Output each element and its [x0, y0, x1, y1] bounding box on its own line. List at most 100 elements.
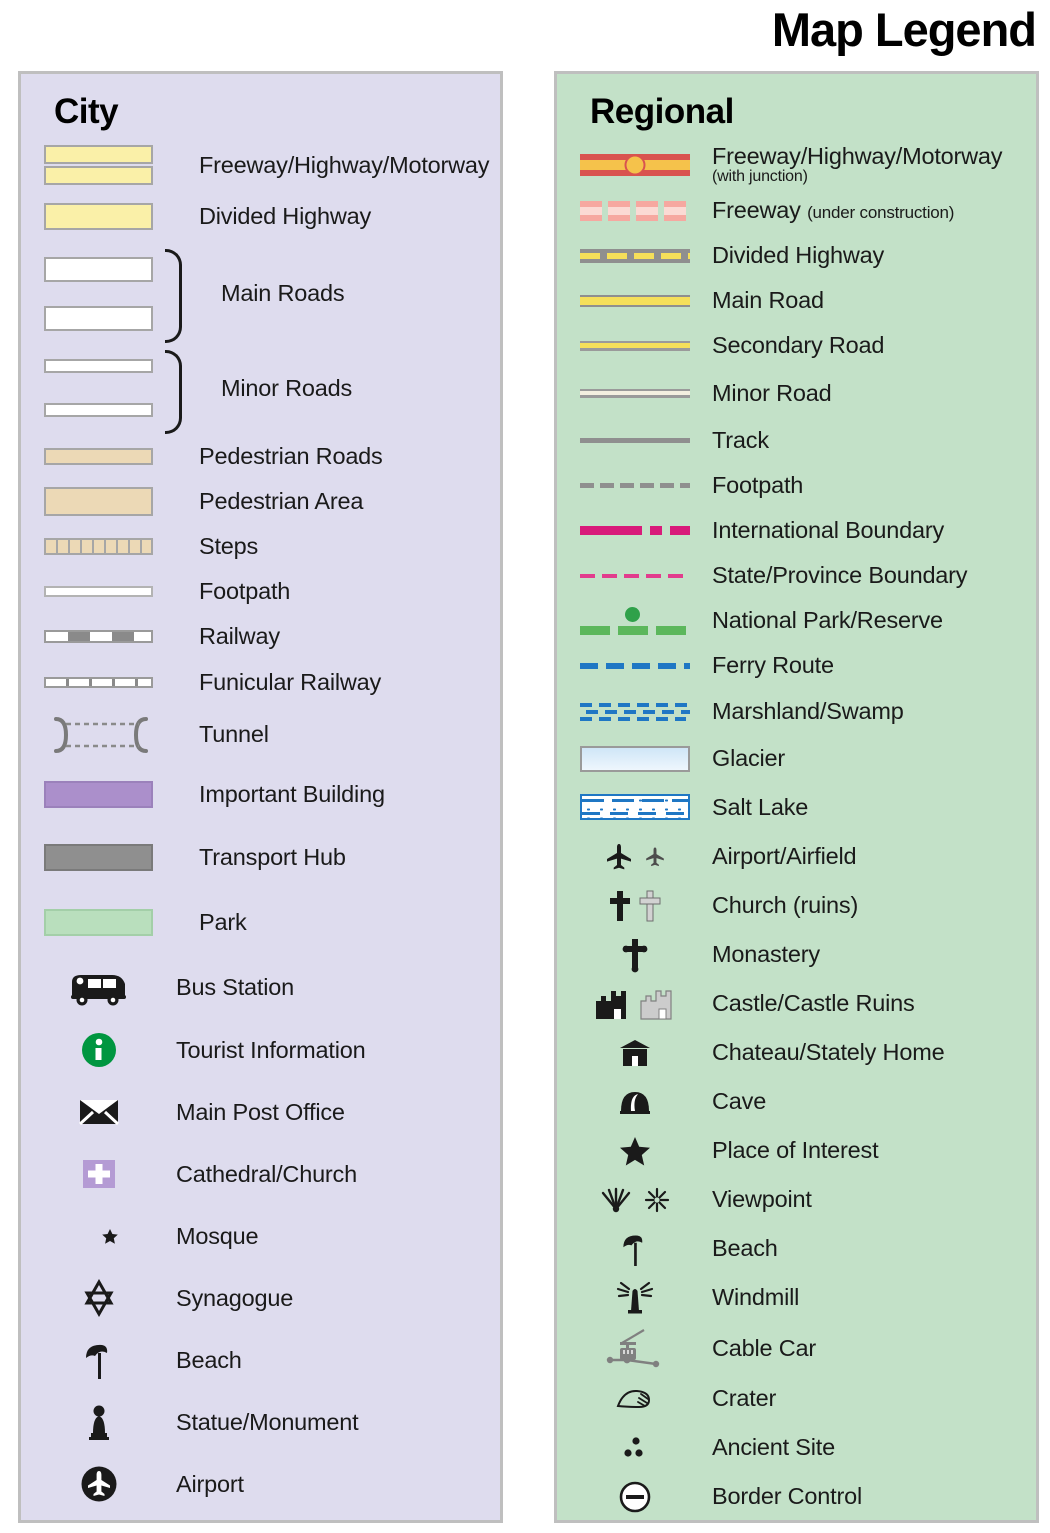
legend-row: Freeway/Highway/Motorway (with junction) [557, 142, 1036, 188]
legend-row: Ferry Route [557, 643, 1036, 688]
yellow-thin-line-icon [557, 340, 712, 351]
legend-row: Crater [557, 1374, 1036, 1423]
legend-row: Castle/Castle Ruins [557, 979, 1036, 1028]
legend-label: Cave [712, 1088, 767, 1115]
tunnel-bracket-dashed-icon [21, 715, 199, 755]
legend-row: Beach [557, 1224, 1036, 1273]
star-icon [557, 1135, 712, 1167]
legend-label: Mosque [176, 1222, 259, 1249]
legend-row: Cable Car [557, 1322, 1036, 1374]
crater-icon [557, 1386, 712, 1412]
legend-label: Divided Highway [199, 203, 372, 230]
legend-row: Airport/Airfield [557, 832, 1036, 881]
white-hairline-bar-icon [21, 586, 199, 597]
regional-panel-heading: Regional [590, 92, 734, 131]
legend-label: Airport/Airfield [712, 843, 857, 870]
legend-row: Footpath [557, 463, 1036, 508]
yellow-thick-line-icon [557, 294, 712, 307]
legend-label: State/Province Boundary [712, 562, 968, 589]
legend-label: Monastery [712, 941, 820, 968]
freeway-red-yellow-with-junction-dot-icon [557, 154, 712, 176]
legend-row: Important Building [21, 763, 500, 826]
city-legend-panel: City Freeway/Highway/Motorway Divided Hi… [18, 71, 503, 1523]
legend-label: Divided Highway [712, 242, 885, 269]
legend-row: Minor Roads [21, 342, 500, 434]
legend-row: Windmill [557, 1273, 1036, 1322]
legend-label: Freeway/Highway/Motorway [199, 151, 490, 178]
legend-label: Park [199, 908, 247, 935]
information-circle-icon [21, 1030, 176, 1070]
chateau-icon [557, 1038, 712, 1068]
legend-row: Mosque [21, 1205, 500, 1267]
light-blue-gradient-box-icon [557, 745, 712, 772]
blue-dotted-box-icon [557, 794, 712, 820]
beach-umbrella-icon [557, 1231, 712, 1267]
legend-row: Park [21, 888, 500, 956]
legend-row: Divided Highway [557, 233, 1036, 278]
legend-label: Crater [712, 1385, 777, 1412]
legend-sublabel: (under construction) [807, 203, 955, 223]
brace-main-roads [165, 249, 182, 343]
legend-row: Statue/Monument [21, 1391, 500, 1453]
orthodox-cross-icon [557, 937, 712, 973]
legend-label: Place of Interest [712, 1137, 879, 1164]
blue-dashed-line-icon [557, 662, 712, 669]
legend-label: Synagogue [176, 1284, 294, 1311]
legend-row: Pedestrian Roads [21, 434, 500, 479]
legend-label: Cable Car [712, 1334, 816, 1361]
legend-label: National Park/Reserve [712, 607, 943, 634]
viewpoint-pair-icon [557, 1187, 712, 1213]
green-dashed-line-with-dot-icon [557, 606, 712, 635]
airplane-pair-icon [557, 842, 712, 872]
legend-row: Divided Highway [21, 188, 500, 245]
legend-label: Railway [199, 623, 280, 650]
tan-thin-bar-icon [21, 448, 199, 465]
grey-solid-line-icon [557, 438, 712, 443]
legend-label: Glacier [712, 745, 786, 772]
legend-label: Salt Lake [712, 793, 809, 820]
legend-sublabel: (with junction) [712, 167, 808, 185]
pink-dashed-freeway-icon [557, 200, 712, 221]
grey-yellow-dashed-line-icon [557, 248, 712, 263]
legend-row: Main Road [557, 278, 1036, 323]
regional-legend-rows: Freeway/Highway/Motorway (with junction)… [557, 142, 1036, 1521]
legend-label: Cathedral/Church [176, 1160, 357, 1187]
legend-row: Footpath [21, 569, 500, 614]
brace-minor-roads [165, 350, 182, 434]
cream-hairline-icon [557, 388, 712, 398]
legend-label: Chateau/Stately Home [712, 1039, 945, 1066]
purple-filled-bar-icon [21, 781, 199, 808]
legend-label: Steps [199, 533, 259, 560]
freeway-double-yellow-bar-icon [21, 145, 199, 185]
legend-label: Pedestrian Roads [199, 443, 383, 470]
tan-filled-bar-icon [21, 487, 199, 516]
legend-row: Glacier [557, 735, 1036, 782]
legend-row: Main Post Office [21, 1081, 500, 1143]
legend-row: Chateau/Stately Home [557, 1028, 1036, 1077]
legend-row: Marshland/Swamp [557, 688, 1036, 735]
legend-label: Track [712, 427, 769, 454]
cable-car-icon [557, 1327, 712, 1369]
green-filled-bar-icon [21, 908, 199, 936]
cross-pair-icon [557, 889, 712, 923]
legend-label: Viewpoint [712, 1186, 812, 1213]
regional-legend-panel: Regional Freeway/Highway/Motorway (with … [554, 71, 1039, 1523]
envelope-icon [21, 1097, 176, 1127]
legend-row: State/Province Boundary [557, 553, 1036, 598]
legend-row: Monastery [557, 930, 1036, 979]
legend-label: Airport [176, 1470, 244, 1497]
legend-label: International Boundary [712, 517, 945, 544]
legend-row: Main Roads [21, 245, 500, 343]
legend-row: Beach [21, 1329, 500, 1391]
legend-label: Freeway/Highway/Motorway (with junction) [712, 143, 1003, 185]
legend-row: Steps [21, 524, 500, 569]
legend-row: Track [557, 418, 1036, 463]
legend-label: Beach [176, 1346, 242, 1373]
legend-label: Pedestrian Area [199, 488, 364, 515]
legend-label: Important Building [199, 781, 385, 808]
cave-icon [557, 1087, 712, 1117]
cross-on-purple-square-icon [21, 1157, 176, 1191]
legend-row: National Park/Reserve [557, 598, 1036, 643]
legend-label: Border Control [712, 1483, 863, 1510]
windmill-icon [557, 1281, 712, 1315]
